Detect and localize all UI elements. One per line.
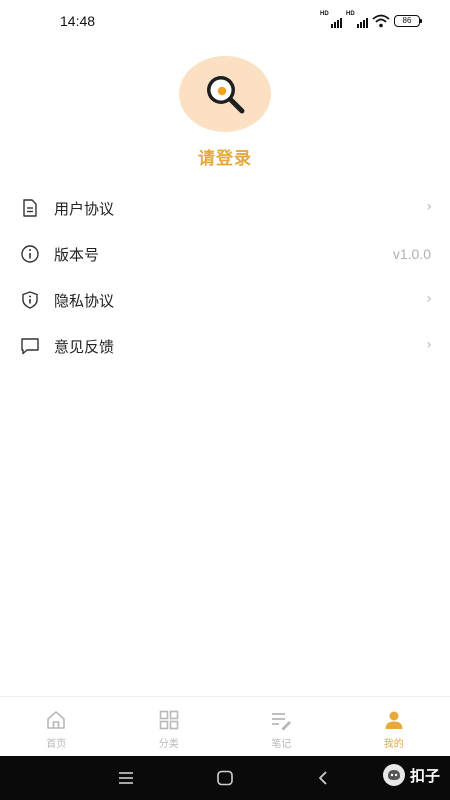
bottom-tab-bar: 首页 分类 笔记 我的 [0,696,450,756]
sim1-label: HD [320,11,329,17]
chat-bubble-icon [21,338,39,355]
document-icon [23,199,37,217]
status-icons: HD HD 86 [320,11,422,28]
back-icon[interactable] [313,768,333,788]
menu-item-label: 用户协议 [54,200,115,218]
tab-notes[interactable]: 笔记 [225,697,338,756]
chevron-right-icon: › [426,337,432,353]
watermark: 扣子 [382,764,440,786]
info-icon [21,245,39,263]
watermark-text: 扣子 [409,766,440,785]
tab-label: 首页 [46,739,67,750]
wifi-icon [372,14,390,28]
chevron-right-icon: › [426,291,432,307]
chevron-right-icon: › [426,199,432,215]
shield-info-icon [22,291,38,309]
signal-icon: HD [346,11,368,28]
menu-item-label: 版本号 [54,246,100,264]
settings-menu: 用户协议 › 版本号 v1.0.0 隐私协议 › 意见反馈 › [0,185,450,369]
home-square-icon[interactable] [215,768,235,788]
menu-item-user-agreement[interactable]: 用户协议 › [0,185,450,231]
menu-item-privacy-policy[interactable]: 隐私协议 › [0,277,450,323]
person-icon [385,711,403,729]
sim2-label: HD [346,11,355,17]
login-prompt[interactable]: 请登录 [0,144,450,169]
status-time: 14:48 [60,13,96,29]
avatar[interactable] [179,56,271,132]
status-bar: 14:48 HD HD 86 [0,0,450,42]
menu-item-label: 意见反馈 [54,338,115,356]
battery-icon: 86 [394,15,422,27]
home-icon [47,711,66,729]
notes-icon [272,713,292,730]
tab-label: 我的 [383,739,404,750]
version-value: v1.0.0 [392,246,431,262]
tab-category[interactable]: 分类 [113,697,226,756]
menu-item-feedback[interactable]: 意见反馈 › [0,323,450,369]
menu-item-version[interactable]: 版本号 v1.0.0 [0,231,450,277]
tab-home[interactable]: 首页 [0,697,113,756]
coze-logo-icon [382,764,405,786]
grid-icon [159,710,179,730]
signal-icon: HD [320,11,342,28]
tab-mine[interactable]: 我的 [338,697,450,756]
system-nav-bar: 扣子 [0,756,450,800]
tab-label: 笔记 [271,739,292,750]
menu-icon[interactable] [116,768,136,788]
menu-item-label: 隐私协议 [54,292,115,310]
frying-pan-egg-icon [207,76,245,114]
tab-label: 分类 [158,739,179,750]
